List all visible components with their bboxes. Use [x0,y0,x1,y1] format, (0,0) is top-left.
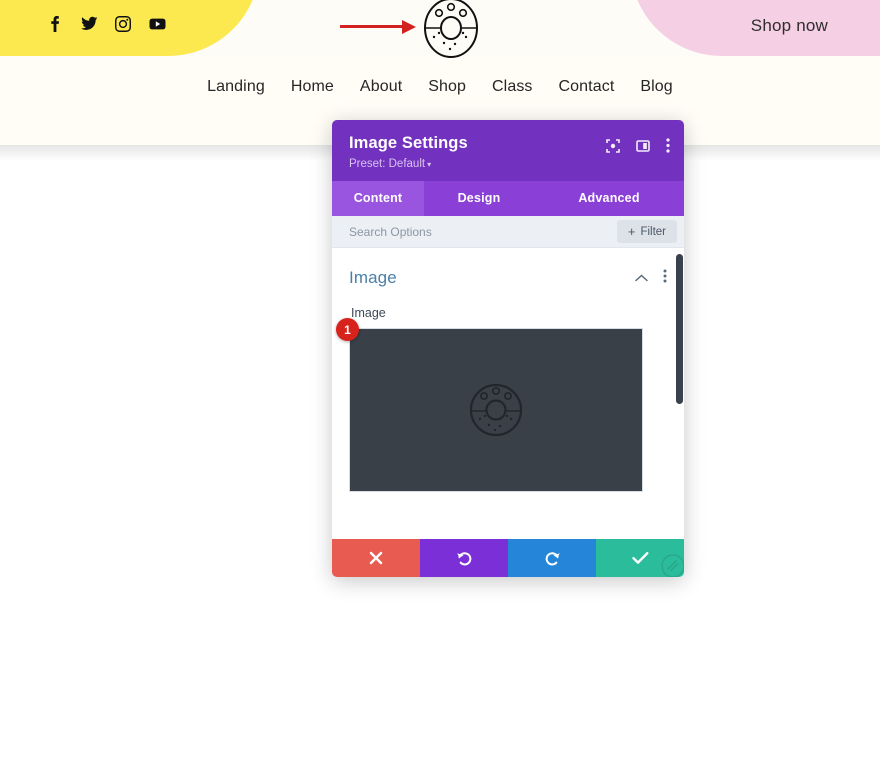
twitter-icon[interactable] [81,16,98,32]
nav-item-contact[interactable]: Contact [559,78,615,96]
pointer-arrow-icon [340,20,418,34]
plus-icon: + [627,224,636,239]
preview-donut-icon [469,383,523,437]
nav-item-shop[interactable]: Shop [428,78,466,96]
tab-content[interactable]: Content [332,181,424,216]
modal-resize-handle[interactable] [660,553,684,577]
preset-label: Preset: Default [349,158,426,170]
search-row: + Filter [332,216,684,248]
undo-icon [456,551,471,565]
youtube-icon[interactable] [149,16,166,32]
section-more-vertical-icon[interactable] [663,269,667,288]
site-navigation: Landing Home About Shop Class Contact Bl… [0,78,880,96]
modal-header: Image Settings Preset: Default ▾ [332,120,684,181]
image-preview[interactable]: 1 [336,318,643,492]
image-field-label: Image [351,306,386,320]
more-vertical-icon[interactable] [666,138,670,158]
search-options-input[interactable] [349,224,617,239]
shop-now-cta[interactable]: Shop now [751,16,828,36]
chevron-down-icon: ▾ [427,160,432,169]
redo-button[interactable] [508,539,596,577]
site-logo-donut-icon[interactable] [422,0,480,59]
image-settings-modal: Image Settings Preset: Default ▾ Content… [332,120,684,577]
modal-action-bar [332,539,684,577]
social-links [47,16,166,32]
tab-design[interactable]: Design [424,181,534,216]
modal-header-icons [606,138,670,158]
chevron-up-icon[interactable] [635,269,648,287]
panel-layout-icon[interactable] [636,139,650,158]
modal-body: Image Image 1 [332,248,684,539]
close-icon [369,551,383,565]
settings-scrollbar[interactable] [676,254,683,404]
instagram-icon[interactable] [115,16,131,32]
modal-tabs: Content Design Advanced [332,181,684,216]
nav-item-landing[interactable]: Landing [207,78,265,96]
nav-item-blog[interactable]: Blog [640,78,672,96]
undo-button[interactable] [420,539,508,577]
preset-selector[interactable]: Preset: Default ▾ [349,158,667,170]
nav-item-class[interactable]: Class [492,78,533,96]
check-icon [631,552,648,564]
image-section-header: Image [349,248,667,298]
focus-icon[interactable] [606,138,620,158]
site-topbar: Shop now [0,0,880,59]
redo-icon [545,551,560,565]
website-page: Shop now Landing Home About Shop Class C… [0,0,880,760]
filter-button[interactable]: + Filter [616,220,677,243]
settings-scroll-area: Image Image 1 [332,248,684,492]
facebook-icon[interactable] [47,16,63,32]
section-title: Image [349,268,397,287]
tab-advanced[interactable]: Advanced [534,181,684,216]
nav-item-about[interactable]: About [360,78,402,96]
filter-button-label: Filter [640,225,666,238]
cancel-button[interactable] [332,539,420,577]
nav-item-home[interactable]: Home [291,78,334,96]
image-count-badge: 1 [336,318,359,341]
